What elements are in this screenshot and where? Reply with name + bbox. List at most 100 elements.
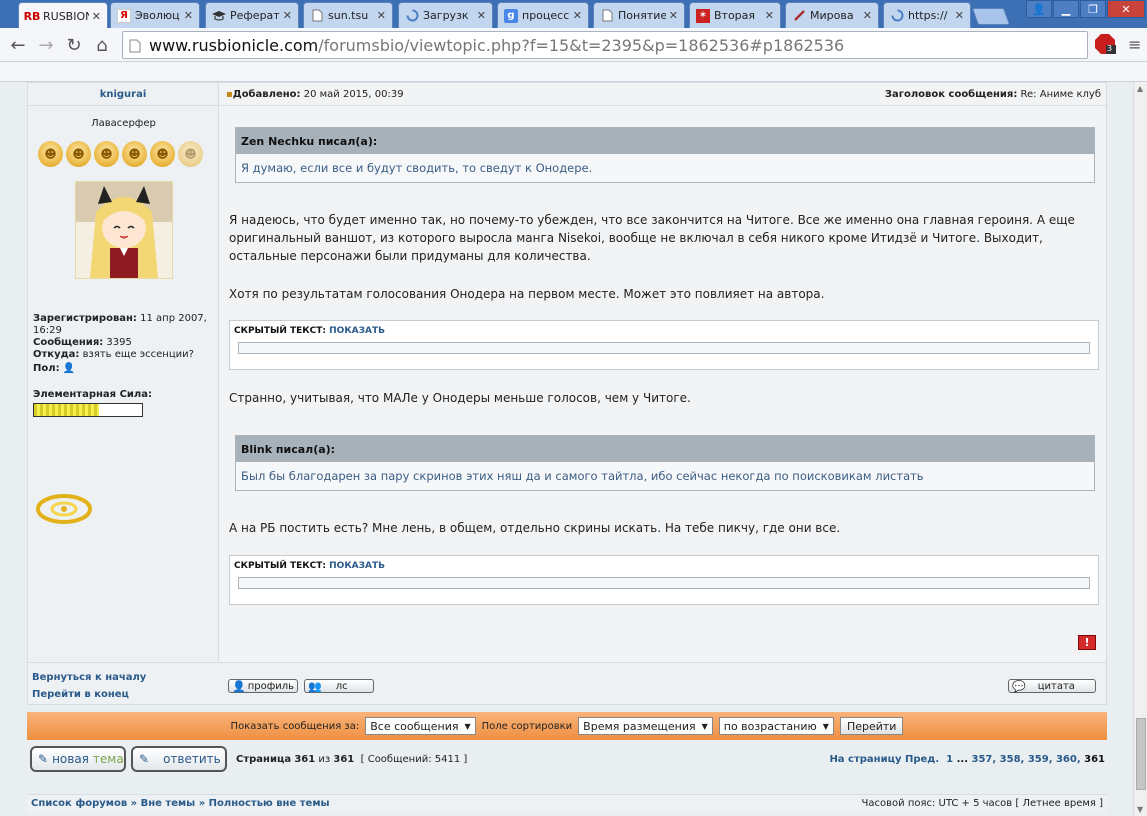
page-link-357[interactable]: 357 bbox=[972, 754, 993, 765]
sort-field-select[interactable]: Время размещения ▼ bbox=[578, 717, 713, 735]
hidden-text-label: СКРЫТЫЙ ТЕКСТ bbox=[234, 326, 323, 336]
back-to-top-link[interactable]: Вернуться к началу bbox=[32, 669, 146, 686]
tab-title: процесс bbox=[522, 9, 570, 22]
scroll-up-icon[interactable]: ▲ bbox=[1137, 84, 1143, 93]
new-topic-button[interactable]: ✎ новая тема bbox=[30, 746, 126, 772]
author-info: Зарегистрирован: 11 апр 2007, 16:29 Сооб… bbox=[33, 313, 217, 401]
post-author-name[interactable]: knigurai bbox=[28, 83, 218, 106]
menu-icon[interactable]: ≡ bbox=[1128, 35, 1141, 54]
post: knigurai Лавасерфер ☻ ☻ ☻ ☻ ☻ ☻ Зарегист… bbox=[27, 82, 1107, 702]
page-icon bbox=[129, 38, 141, 53]
tab-ponyatie[interactable]: Понятие ✕ bbox=[593, 2, 685, 28]
page-label: Страница bbox=[236, 754, 292, 765]
pm-button[interactable]: 👥 лс bbox=[304, 679, 374, 693]
close-icon[interactable]: ✕ bbox=[184, 9, 193, 22]
power-bar bbox=[33, 403, 143, 417]
yandex-favicon-icon: Я bbox=[117, 8, 131, 23]
tab-mirovaya[interactable]: Мирова ✕ bbox=[785, 2, 879, 28]
page-icon bbox=[310, 9, 324, 23]
tab-vtoraya[interactable]: ✶ Вторая ✕ bbox=[689, 2, 781, 28]
close-icon[interactable]: ✕ bbox=[863, 9, 872, 22]
close-icon[interactable]: ✕ bbox=[573, 9, 582, 22]
page-link-360[interactable]: 360 bbox=[1056, 754, 1077, 765]
select-value: по возрастанию bbox=[723, 719, 817, 733]
restore-icon[interactable]: ❐ bbox=[1080, 0, 1106, 18]
profile-label: профиль bbox=[247, 680, 295, 692]
close-icon[interactable]: ✕ bbox=[477, 9, 486, 22]
go-to-end-link[interactable]: Перейти в конец bbox=[32, 686, 146, 703]
avatar bbox=[75, 181, 173, 279]
tab-sun-tsu[interactable]: sun.tsu ✕ bbox=[303, 2, 393, 28]
page-current: 361 bbox=[294, 754, 316, 765]
tab-title: RUSBION bbox=[43, 9, 89, 23]
show-hidden-link[interactable]: ПОКАЗАТЬ bbox=[329, 326, 385, 336]
close-icon[interactable]: ✕ bbox=[283, 9, 292, 22]
pencil-icon: ✎ bbox=[38, 752, 49, 766]
loading-icon bbox=[405, 9, 419, 23]
tab-referat[interactable]: Реферат ✕ bbox=[205, 2, 299, 28]
quote-author: Blink писал(а): bbox=[236, 436, 1094, 462]
brush-icon bbox=[792, 9, 806, 23]
page-icon bbox=[600, 9, 614, 23]
breadcrumb-fully-off-topic[interactable]: Полностью вне темы bbox=[209, 798, 330, 809]
quote-button[interactable]: 💬 цитата bbox=[1008, 679, 1096, 693]
tab-loading-1[interactable]: Загрузк ✕ bbox=[398, 2, 493, 28]
vertical-scrollbar[interactable]: ▲ ▼ bbox=[1133, 82, 1147, 816]
report-post-icon[interactable]: ! bbox=[1078, 635, 1096, 650]
page-viewport: knigurai Лавасерфер ☻ ☻ ☻ ☻ ☻ ☻ Зарегист… bbox=[0, 82, 1133, 816]
chevron-down-icon: ▼ bbox=[822, 721, 829, 731]
male-gender-icon: 👤 bbox=[62, 363, 76, 374]
page-link-1[interactable]: 1 bbox=[946, 754, 953, 765]
close-icon[interactable]: ✕ bbox=[765, 9, 774, 22]
breadcrumb-forum-list[interactable]: Список форумов bbox=[31, 798, 127, 809]
reload-icon[interactable]: ↻ bbox=[62, 33, 86, 57]
reply-label: ответить bbox=[163, 752, 221, 766]
new-tab-button[interactable] bbox=[971, 8, 1011, 25]
profile-button[interactable]: 👤 профиль bbox=[228, 679, 299, 693]
post-icon: ▪ bbox=[226, 88, 233, 100]
address-bar[interactable]: www.rusbionicle.com/forumsbio/viewtopic.… bbox=[122, 31, 1088, 59]
close-icon[interactable]: ✕ bbox=[669, 9, 678, 22]
tab-loading-2[interactable]: https:// ✕ bbox=[883, 2, 971, 28]
home-icon[interactable]: ⌂ bbox=[90, 33, 114, 57]
select-value: Время размещения bbox=[583, 719, 696, 733]
tab-google[interactable]: g процесс ✕ bbox=[497, 2, 589, 28]
close-icon[interactable]: ✕ bbox=[92, 10, 101, 23]
minimize-icon[interactable]: ▁ bbox=[1053, 0, 1079, 18]
tab-rusbionicle[interactable]: RB RUSBION ✕ bbox=[18, 2, 108, 29]
close-icon[interactable]: ✕ bbox=[955, 9, 964, 22]
forward-icon[interactable]: → bbox=[34, 33, 58, 57]
quote-author: Zen Nechku писал(а): bbox=[236, 128, 1094, 154]
browser-toolbar: ← → ↻ ⌂ www.rusbionicle.com/forumsbio/vi… bbox=[0, 28, 1147, 62]
show-messages-select[interactable]: Все сообщения ▼ bbox=[365, 717, 476, 735]
scroll-down-icon[interactable]: ▼ bbox=[1137, 805, 1143, 814]
tab-title: Вторая bbox=[714, 9, 756, 22]
subject-label: Заголовок сообщения: bbox=[884, 88, 1018, 100]
hidden-text-content bbox=[238, 342, 1090, 354]
page-link-359[interactable]: 359 bbox=[1028, 754, 1049, 765]
hidden-text-label: СКРЫТЫЙ ТЕКСТ bbox=[234, 561, 323, 571]
sort-order-select[interactable]: по возрастанию ▼ bbox=[718, 717, 834, 735]
pagination-row: ✎ новая тема ✎ ответить Страница 361 из 361… bbox=[27, 746, 1107, 774]
page-link-358[interactable]: 358 bbox=[1000, 754, 1021, 765]
pager: На страницу Пред. 1 ... 357, 358, 359, 3… bbox=[829, 754, 1105, 765]
go-button[interactable]: Перейти bbox=[839, 717, 904, 735]
show-hidden-link[interactable]: ПОКАЗАТЬ bbox=[329, 561, 385, 571]
bookmarks-bar bbox=[0, 62, 1147, 82]
prev-page-link[interactable]: Пред. bbox=[905, 754, 939, 765]
from-value: взять еще эссенции? bbox=[82, 349, 194, 360]
adblock-extension-icon[interactable]: 3 bbox=[1094, 33, 1116, 55]
close-window-icon[interactable]: ✕ bbox=[1107, 0, 1145, 18]
reply-button[interactable]: ✎ ответить bbox=[131, 746, 227, 772]
back-icon[interactable]: ← bbox=[6, 33, 30, 57]
close-icon[interactable]: ✕ bbox=[377, 9, 386, 22]
power-label: Элементарная Сила: bbox=[33, 389, 152, 400]
pencil-icon: ✎ bbox=[139, 752, 150, 766]
scrollbar-thumb[interactable] bbox=[1136, 718, 1146, 790]
breadcrumb-off-topic[interactable]: Вне темы bbox=[141, 798, 196, 809]
user-icon[interactable]: 👤 bbox=[1026, 0, 1052, 18]
loading-icon bbox=[890, 9, 904, 23]
tab-yandex[interactable]: Я Эволюц ✕ bbox=[110, 2, 200, 28]
posted-label: Добавлено: bbox=[232, 88, 301, 100]
post-footer: Вернуться к началу Перейти в конец 👤 проф… bbox=[27, 662, 1107, 705]
